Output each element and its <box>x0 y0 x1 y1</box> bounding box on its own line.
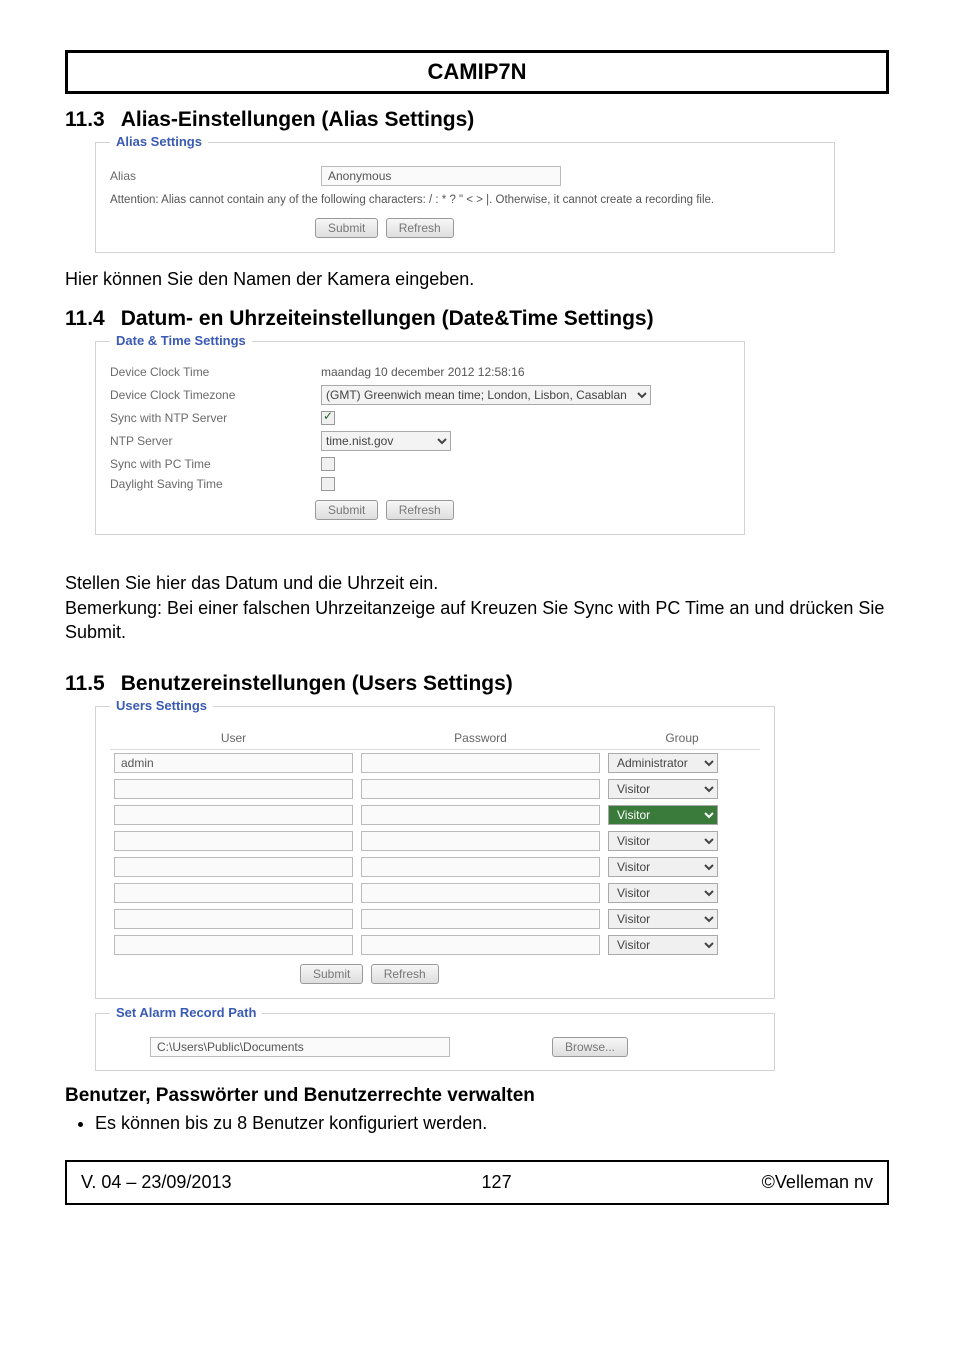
datetime-submit-button[interactable]: Submit <box>315 500 378 520</box>
section-num: 11.3 <box>65 108 105 131</box>
clock-time-value: maandag 10 december 2012 12:58:16 <box>321 365 525 379</box>
s11-4-body2: Bemerkung: Bei einer falschen Uhrzeitanz… <box>65 596 889 645</box>
user-input[interactable] <box>114 831 353 851</box>
sync-pc-label: Sync with PC Time <box>110 457 315 471</box>
user-input[interactable] <box>114 805 353 825</box>
section-11-5-heading: 11.5 Benutzereinstellungen (Users Setting… <box>65 672 889 696</box>
alias-settings-panel: Alias Settings Alias Attention: Alias ca… <box>95 142 835 253</box>
section-title: Datum- en Uhrzeiteinstellungen (Date&Tim… <box>121 307 654 330</box>
footer-left: V. 04 – 23/09/2013 <box>81 1172 231 1193</box>
timezone-label: Device Clock Timezone <box>110 388 315 402</box>
table-row: Visitor <box>110 802 760 828</box>
clock-time-label: Device Clock Time <box>110 365 315 379</box>
sync-pc-checkbox[interactable] <box>321 457 335 471</box>
alias-label: Alias <box>110 169 315 183</box>
dst-label: Daylight Saving Time <box>110 477 315 491</box>
footer-right: ©Velleman nv <box>762 1172 873 1193</box>
datetime-settings-panel: Date & Time Settings Device Clock Time m… <box>95 341 745 535</box>
group-select[interactable]: Visitor <box>608 935 718 955</box>
section-num: 11.4 <box>65 307 105 330</box>
bullet-item: Es können bis zu 8 Benutzer konfiguriert… <box>95 1113 889 1134</box>
users-table: User Password Group Administrator Visitor… <box>110 727 760 958</box>
users-th-group: Group <box>604 727 760 750</box>
browse-button[interactable]: Browse... <box>552 1037 628 1057</box>
section-title: Benutzereinstellungen (Users Settings) <box>121 672 513 695</box>
group-select[interactable]: Visitor <box>608 883 718 903</box>
group-select[interactable]: Visitor <box>608 831 718 851</box>
section-11-3-heading: 11.3 Alias-Einstellungen (Alias Settings) <box>65 108 889 132</box>
group-select[interactable]: Visitor <box>608 779 718 799</box>
doc-title: CAMIP7N <box>427 59 526 84</box>
password-input[interactable] <box>361 883 600 903</box>
alias-refresh-button[interactable]: Refresh <box>386 218 454 238</box>
table-row: Visitor <box>110 828 760 854</box>
alias-attention: Attention: Alias cannot contain any of t… <box>110 189 820 212</box>
doc-footer: V. 04 – 23/09/2013 127 ©Velleman nv <box>65 1160 889 1205</box>
dst-checkbox[interactable] <box>321 477 335 491</box>
password-input[interactable] <box>361 753 600 773</box>
password-input[interactable] <box>361 831 600 851</box>
ntp-server-select[interactable]: time.nist.gov <box>321 431 451 451</box>
table-row: Visitor <box>110 854 760 880</box>
table-row: Visitor <box>110 880 760 906</box>
s11-4-body1: Stellen Sie hier das Datum und die Uhrze… <box>65 571 889 595</box>
users-settings-panel: Users Settings User Password Group Admin… <box>95 706 775 999</box>
users-tbody: Administrator Visitor Visitor Visitor Visito… <box>110 750 760 959</box>
users-legend: Users Settings <box>110 698 213 713</box>
group-select[interactable]: Visitor <box>608 857 718 877</box>
password-input[interactable] <box>361 909 600 929</box>
user-input[interactable] <box>114 753 353 773</box>
section-11-4-heading: 11.4 Datum- en Uhrzeiteinstellungen (Date… <box>65 307 889 331</box>
password-input[interactable] <box>361 805 600 825</box>
alarm-path-panel: Set Alarm Record Path Browse... <box>95 1013 775 1071</box>
table-row: Visitor <box>110 776 760 802</box>
group-select[interactable]: Visitor <box>608 805 718 825</box>
users-th-user: User <box>110 727 357 750</box>
s11-3-body: Hier können Sie den Namen der Kamera ein… <box>65 267 889 291</box>
footer-center: 127 <box>482 1172 512 1193</box>
doc-header: CAMIP7N <box>65 50 889 94</box>
user-input[interactable] <box>114 883 353 903</box>
password-input[interactable] <box>361 779 600 799</box>
user-input[interactable] <box>114 935 353 955</box>
timezone-select[interactable]: (GMT) Greenwich mean time; London, Lisbo… <box>321 385 651 405</box>
user-input[interactable] <box>114 909 353 929</box>
user-input[interactable] <box>114 857 353 877</box>
ntp-server-label: NTP Server <box>110 434 315 448</box>
alias-input[interactable] <box>321 166 561 186</box>
section-num: 11.5 <box>65 672 105 695</box>
section-title: Alias-Einstellungen (Alias Settings) <box>121 108 475 131</box>
alarm-path-legend: Set Alarm Record Path <box>110 1005 262 1020</box>
group-select[interactable]: Visitor <box>608 909 718 929</box>
user-input[interactable] <box>114 779 353 799</box>
datetime-legend: Date & Time Settings <box>110 333 252 348</box>
datetime-refresh-button[interactable]: Refresh <box>386 500 454 520</box>
group-select[interactable]: Administrator <box>608 753 718 773</box>
users-th-password: Password <box>357 727 604 750</box>
alias-legend: Alias Settings <box>110 134 208 149</box>
sync-ntp-checkbox[interactable] <box>321 411 335 425</box>
table-row: Visitor <box>110 932 760 958</box>
s11-5-subheading: Benutzer, Passwörter und Benutzerrechte … <box>65 1085 889 1107</box>
users-submit-button[interactable]: Submit <box>300 964 363 984</box>
users-refresh-button[interactable]: Refresh <box>371 964 439 984</box>
password-input[interactable] <box>361 857 600 877</box>
sync-ntp-label: Sync with NTP Server <box>110 411 315 425</box>
password-input[interactable] <box>361 935 600 955</box>
s11-5-bullets: Es können bis zu 8 Benutzer konfiguriert… <box>95 1113 889 1134</box>
alarm-path-input[interactable] <box>150 1037 450 1057</box>
alias-submit-button[interactable]: Submit <box>315 218 378 238</box>
table-row: Visitor <box>110 906 760 932</box>
table-row: Administrator <box>110 750 760 777</box>
